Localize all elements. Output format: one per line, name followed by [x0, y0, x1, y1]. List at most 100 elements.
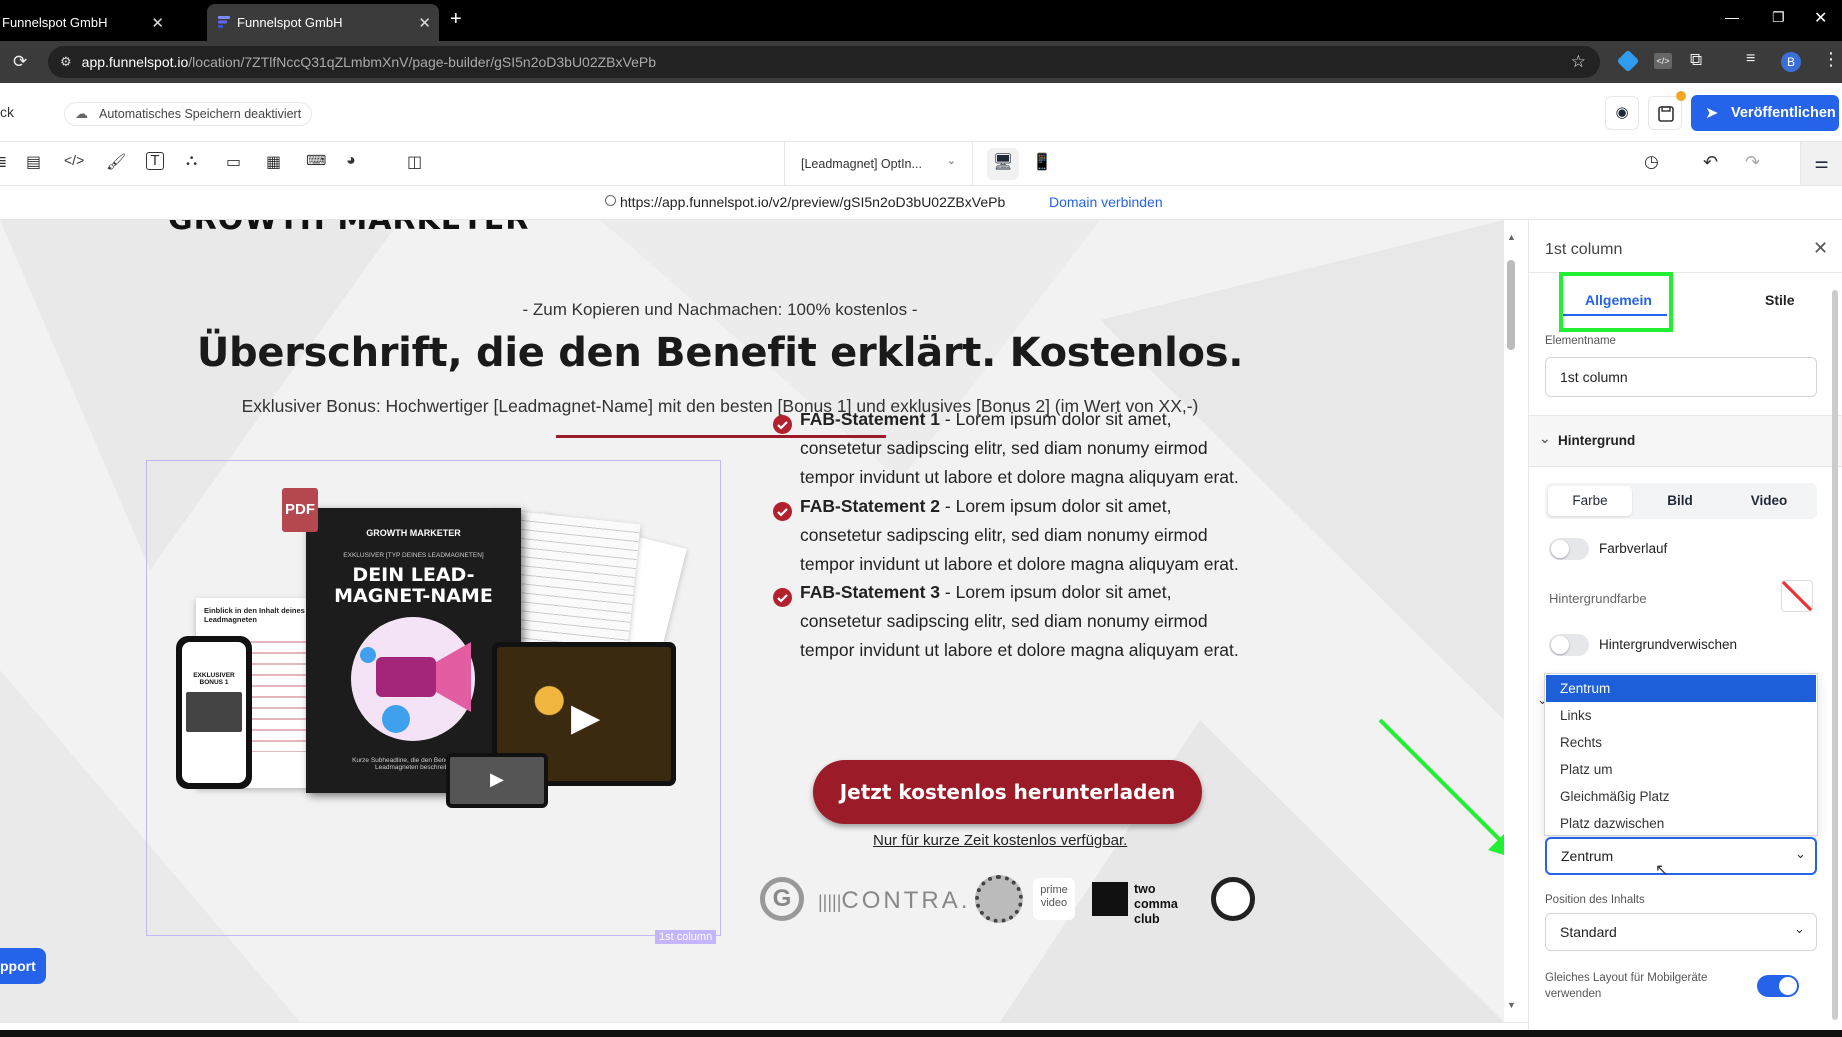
- palette-icon[interactable]: ◕: [346, 152, 368, 174]
- terminal-icon[interactable]: ⌨: [306, 152, 328, 174]
- mobile-view-icon[interactable]: 📱: [1032, 152, 1054, 174]
- extensions-puzzle-icon[interactable]: ⧉: [1690, 50, 1702, 70]
- minimize-icon[interactable]: —: [1725, 9, 1739, 25]
- split-view-icon[interactable]: ◫: [407, 152, 429, 174]
- pre-headline: - Zum Kopieren und Nachmachen: 100% kost…: [522, 300, 918, 319]
- reading-list-icon[interactable]: ≡: [1746, 50, 1755, 68]
- back-link[interactable]: ck: [0, 104, 14, 120]
- tab-close-icon[interactable]: ✕: [151, 14, 164, 32]
- page-select[interactable]: [Leadmagnet] OptIn... ⌄: [784, 142, 973, 185]
- bg-tab-farbe[interactable]: Farbe: [1548, 486, 1632, 516]
- fab-statement: FAB-Statement 2 - Lorem ipsum dolor sit …: [800, 492, 1280, 579]
- chevron-down-icon: ⌄: [1794, 921, 1805, 936]
- desktop-icon: 🖥: [992, 154, 1014, 171]
- dropdown-option[interactable]: Zentrum: [1546, 675, 1816, 702]
- chevron-down-icon: ⌄: [1795, 846, 1806, 861]
- form-search-icon[interactable]: ▦: [266, 152, 288, 174]
- page-select-value: [Leadmagnet] OptIn...: [801, 156, 922, 171]
- window-close-icon[interactable]: ✕: [1814, 8, 1827, 28]
- domain-connect-link[interactable]: Domain verbinden: [1049, 194, 1163, 210]
- extension-code-icon[interactable]: </>: [1654, 53, 1672, 69]
- canvas-scrollbar[interactable]: ▲ ▼: [1504, 220, 1518, 1022]
- site-info-icon[interactable]: ⚙: [60, 54, 72, 70]
- restore-icon[interactable]: ❐: [1772, 9, 1785, 26]
- dropdown-option[interactable]: Gleichmäßig Platz: [1546, 783, 1816, 810]
- play-icon: ▶: [490, 769, 504, 789]
- popup-icon[interactable]: ▭: [226, 152, 248, 174]
- autosave-chip[interactable]: ☁ Automatisches Speichern deaktiviert: [64, 102, 313, 126]
- tab-allgemein[interactable]: Allgemein: [1585, 292, 1652, 308]
- code-icon[interactable]: </>: [64, 152, 86, 174]
- preview-url[interactable]: https://app.funnelspot.io/v2/preview/gSI…: [620, 194, 1005, 210]
- dropdown-option[interactable]: Platz dazwischen: [1546, 810, 1816, 837]
- cta-note: Nur für kurze Zeit kostenlos verfügbar.: [873, 832, 1128, 849]
- tab-close-icon[interactable]: ✕: [418, 14, 431, 32]
- mobile-layout-toggle[interactable]: [1757, 975, 1799, 997]
- dropdown-option[interactable]: Rechts: [1546, 729, 1816, 756]
- page-icon[interactable]: ▤: [26, 152, 48, 174]
- fab-line: - Lorem ipsum dolor sit amet,: [940, 496, 1172, 516]
- dropdown-option[interactable]: Links: [1546, 702, 1816, 729]
- layers-icon[interactable]: ≣: [0, 152, 16, 174]
- paint-brush-icon[interactable]: 🖌: [106, 152, 128, 174]
- tab-stile[interactable]: Stile: [1765, 292, 1795, 308]
- settings-sliders-button[interactable]: ⚌: [1800, 142, 1842, 185]
- scroll-down-icon[interactable]: ▼: [1507, 1000, 1516, 1010]
- text-icon[interactable]: T: [146, 152, 164, 170]
- publish-label: Veröffentlichen: [1731, 105, 1836, 121]
- history-icon[interactable]: ◷: [1644, 152, 1666, 174]
- laptop-video-mockup: ▶: [446, 753, 548, 808]
- preview-eye-button[interactable]: ◉: [1605, 96, 1639, 130]
- fab-statement: FAB-Statement 1 - Lorem ipsum dolor sit …: [800, 405, 1280, 492]
- blur-toggle[interactable]: [1549, 634, 1589, 656]
- undo-icon[interactable]: ↶: [1703, 152, 1725, 174]
- publish-button[interactable]: ➤ Veröffentlichen: [1691, 95, 1839, 131]
- save-button[interactable]: [1648, 96, 1682, 130]
- reload-icon[interactable]: ⟳: [13, 52, 27, 72]
- content-position-select[interactable]: Standard ⌄: [1545, 913, 1817, 951]
- background-section-header[interactable]: ⌄ Hintergrund: [1529, 415, 1842, 467]
- desktop-view-button[interactable]: 🖥: [987, 148, 1019, 180]
- fab-line: - Lorem ipsum dolor sit amet,: [940, 582, 1172, 602]
- cta-download-button[interactable]: Jetzt kostenlos herunterladen: [813, 760, 1202, 824]
- panel-scrollbar[interactable]: [1832, 290, 1838, 1020]
- bookmark-star-icon[interactable]: ☆: [1571, 52, 1586, 72]
- support-button[interactable]: pport: [0, 948, 46, 984]
- redo-icon[interactable]: ↷: [1745, 152, 1767, 174]
- scrollbar-thumb[interactable]: [1507, 260, 1515, 350]
- bg-tab-video[interactable]: Video: [1727, 486, 1811, 516]
- logo-round-badge: [1211, 877, 1255, 921]
- browser-tab-active[interactable]: Funnelspot GmbH ✕: [207, 4, 439, 41]
- url-path: /location/7ZTlfNccQ31qZLmbmXnV/page-buil…: [188, 54, 656, 70]
- extension-icon[interactable]: [1616, 49, 1640, 73]
- browser-tab-inactive[interactable]: Funnelspot GmbH ✕: [0, 4, 172, 41]
- content-position-value: Standard: [1560, 924, 1617, 940]
- leadmagnet-mockup: Einblick in den Inhalt deines Leadmagnet…: [176, 488, 696, 908]
- bg-tab-bild[interactable]: Bild: [1638, 486, 1722, 516]
- save-floppy-icon: [1658, 106, 1674, 122]
- gradient-toggle[interactable]: [1549, 538, 1589, 560]
- close-icon[interactable]: ✕: [1813, 238, 1828, 259]
- check-icon: [773, 502, 792, 521]
- bg-color-swatch[interactable]: [1781, 580, 1813, 612]
- column-tag: 1st column: [655, 930, 717, 944]
- elements-icon[interactable]: ⛬: [186, 152, 208, 174]
- page-canvas[interactable]: GROWTH MARKETER - Zum Kopieren und Nachm…: [0, 220, 1504, 1022]
- brand-logo-text: GROWTH MARKETER: [168, 220, 529, 237]
- pdf-badge: PDF: [282, 488, 318, 532]
- autosave-label: Automatisches Speichern deaktiviert: [99, 107, 302, 121]
- logo-contra-text: CONTRA.: [841, 887, 971, 914]
- builder-toolbar: ≣ ▤ </> 🖌 T ⛬ ▭ ▦ ⌨ ◕ ◫ [Leadmagnet] Opt…: [0, 142, 1842, 186]
- megaphone-illustration: [351, 617, 475, 741]
- url-field[interactable]: ⚙ app.funnelspot.io /location/7ZTlfNccQ3…: [48, 46, 1600, 78]
- scroll-up-icon[interactable]: ▲: [1507, 232, 1516, 242]
- element-name-input[interactable]: 1st column: [1545, 357, 1817, 397]
- new-tab-icon[interactable]: +: [450, 8, 462, 31]
- browser-menu-icon[interactable]: ⋮: [1822, 49, 1840, 70]
- alignment-select[interactable]: Zentrum ⌄: [1545, 837, 1817, 875]
- fab-line: consetetur sadipscing elitr, sed diam no…: [800, 611, 1208, 631]
- profile-avatar[interactable]: B: [1781, 52, 1801, 72]
- dropdown-option[interactable]: Platz um: [1546, 756, 1816, 783]
- phone-title: EXKLUSIVER BONUS 1: [193, 672, 235, 686]
- ebook-title-1: DEIN LEAD-: [352, 564, 475, 586]
